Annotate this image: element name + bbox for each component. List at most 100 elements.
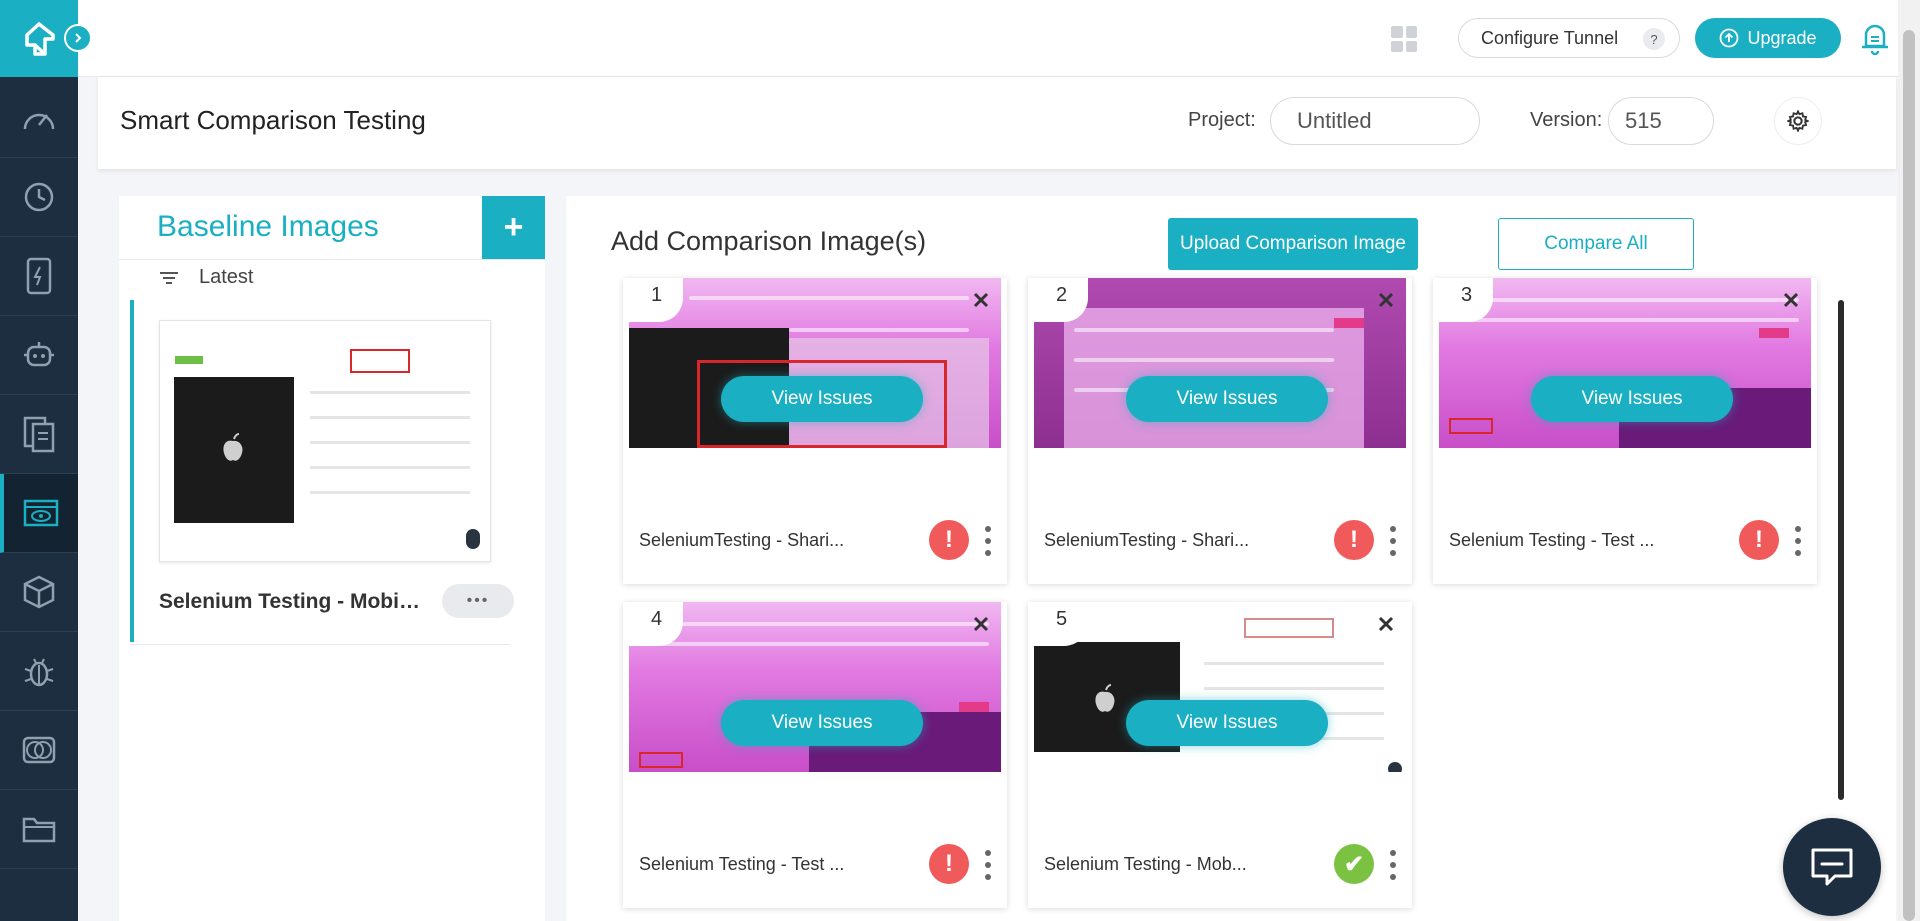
logo-icon [25, 21, 55, 56]
project-label: Project: [1188, 109, 1256, 131]
sidebar-item-app-testing[interactable] [0, 237, 78, 316]
configure-tunnel-label: Configure Tunnel [1481, 27, 1619, 48]
page-scrollbar[interactable] [1898, 0, 1920, 921]
comparison-thumbnail[interactable] [1034, 602, 1406, 772]
view-issues-button[interactable]: View Issues [1126, 700, 1328, 746]
sidebar-item-realtime[interactable] [0, 158, 78, 237]
comparison-thumbnail[interactable] [1034, 278, 1406, 448]
upload-comparison-button[interactable]: Upload Comparison Image [1168, 218, 1418, 270]
kebab-menu-icon[interactable] [983, 850, 993, 880]
sort-label: Latest [199, 266, 254, 288]
box-icon [23, 575, 55, 609]
top-bar: Configure Tunnel ? Upgrade [78, 0, 1920, 77]
comparison-thumbnail[interactable] [629, 278, 1001, 448]
chat-icon [1811, 848, 1853, 886]
view-issues-button[interactable]: View Issues [1531, 376, 1733, 422]
sidebar [0, 0, 92, 921]
issue-status-icon: ! [1334, 520, 1374, 560]
sidebar-item-automation[interactable] [0, 316, 78, 395]
kebab-menu-icon[interactable] [1388, 850, 1398, 880]
upgrade-label: Upgrade [1747, 27, 1817, 48]
sort-dropdown[interactable]: Latest [159, 266, 253, 289]
settings-button[interactable] [1774, 97, 1822, 145]
comparison-scrollbar[interactable] [1838, 300, 1844, 800]
compare-circles-icon [22, 736, 56, 764]
comparison-panel: Add Comparison Image(s) Upload Compariso… [566, 196, 1896, 921]
sidebar-item-test-manager[interactable] [0, 395, 78, 474]
arrow-up-circle-icon [1720, 28, 1739, 48]
sidebar-item-visual-ui-testing[interactable] [0, 474, 78, 553]
folder-icon [22, 817, 56, 843]
speedometer-icon [23, 113, 55, 130]
comparison-card[interactable]: 5 View Issues Selenium Testing - Mob... … [1028, 602, 1412, 908]
version-input[interactable]: 515 [1608, 97, 1714, 145]
chat-button[interactable] [1783, 818, 1881, 916]
bug-icon [24, 658, 54, 687]
comparison-card[interactable]: 4 View Issues Selenium Testing - Test ..… [623, 602, 1007, 908]
baseline-item[interactable]: Selenium Testing - Mobile ... ••• [130, 300, 514, 642]
baseline-thumbnail[interactable] [159, 320, 491, 562]
comparison-thumbnail[interactable] [1439, 278, 1811, 448]
upgrade-button[interactable]: Upgrade [1695, 18, 1841, 58]
sidebar-item-integrations[interactable] [0, 553, 78, 632]
close-icon[interactable] [969, 612, 993, 636]
card-name: SeleniumTesting - Shari... [1044, 530, 1250, 550]
comparison-card[interactable]: 2 View Issues SeleniumTesting - Shari...… [1028, 278, 1412, 584]
card-number: 5 [1028, 602, 1088, 646]
divider [130, 644, 510, 645]
card-number: 1 [623, 278, 683, 322]
eye-screen-icon [23, 499, 59, 527]
configure-tunnel-button[interactable]: Configure Tunnel ? [1458, 18, 1680, 58]
baseline-item-name: Selenium Testing - Mobile ... [159, 590, 424, 613]
clock-icon [24, 182, 54, 212]
project-input[interactable]: Untitled [1270, 97, 1480, 145]
sidebar-item-compare[interactable] [0, 711, 78, 790]
card-name: Selenium Testing - Mob... [1044, 854, 1247, 874]
pass-status-icon: ✔ [1334, 844, 1374, 884]
kebab-menu-icon[interactable] [1793, 526, 1803, 556]
apps-grid-icon[interactable] [1391, 26, 1417, 52]
issue-status-icon: ! [929, 520, 969, 560]
card-name: Selenium Testing - Test ... [639, 854, 845, 874]
page-title: Smart Comparison Testing [120, 105, 426, 135]
notification-bell-icon[interactable] [1858, 20, 1892, 56]
kebab-menu-icon[interactable] [1388, 526, 1398, 556]
close-icon[interactable] [1374, 288, 1398, 312]
comparison-card[interactable]: 3 View Issues Selenium Testing - Test ..… [1433, 278, 1817, 584]
sidebar-item-issue-tracker[interactable] [0, 632, 78, 711]
documents-icon [23, 416, 55, 453]
help-icon[interactable]: ? [1643, 28, 1665, 50]
view-issues-button[interactable]: View Issues [1126, 376, 1328, 422]
baseline-title: Baseline Images [157, 210, 379, 243]
sidebar-item-dashboard[interactable] [0, 79, 78, 158]
issue-status-icon: ! [929, 844, 969, 884]
card-number: 3 [1433, 278, 1493, 322]
add-baseline-button[interactable]: + [482, 196, 545, 259]
chevron-right-icon [75, 33, 82, 43]
compare-all-button[interactable]: Compare All [1498, 218, 1694, 270]
comparison-title: Add Comparison Image(s) [611, 226, 927, 256]
robot-icon [24, 342, 54, 367]
version-label: Version: [1530, 109, 1603, 131]
mobile-bolt-icon [26, 257, 52, 295]
close-icon[interactable] [1374, 612, 1398, 636]
more-options-button[interactable]: ••• [442, 584, 514, 618]
sidebar-item-files[interactable] [0, 790, 78, 869]
baseline-panel: Baseline Images + Latest Selenium Testin… [119, 196, 545, 921]
view-issues-button[interactable]: View Issues [721, 700, 923, 746]
card-name: SeleniumTesting - Shari... [639, 530, 845, 550]
card-number: 2 [1028, 278, 1088, 322]
header-card: Smart Comparison Testing Project: Untitl… [98, 77, 1896, 169]
card-number: 4 [623, 602, 683, 646]
gear-icon [1787, 110, 1809, 132]
page-scrollbar-thumb[interactable] [1903, 30, 1915, 921]
card-name: Selenium Testing - Test ... [1449, 530, 1655, 550]
sort-icon [160, 271, 178, 284]
comparison-card[interactable]: 1 View Issues SeleniumTesting - Shari...… [623, 278, 1007, 584]
kebab-menu-icon[interactable] [983, 526, 993, 556]
expand-sidebar-button[interactable] [64, 24, 92, 52]
comparison-thumbnail[interactable] [629, 602, 1001, 772]
close-icon[interactable] [1779, 288, 1803, 312]
divider [119, 259, 545, 260]
close-icon[interactable] [969, 288, 993, 312]
